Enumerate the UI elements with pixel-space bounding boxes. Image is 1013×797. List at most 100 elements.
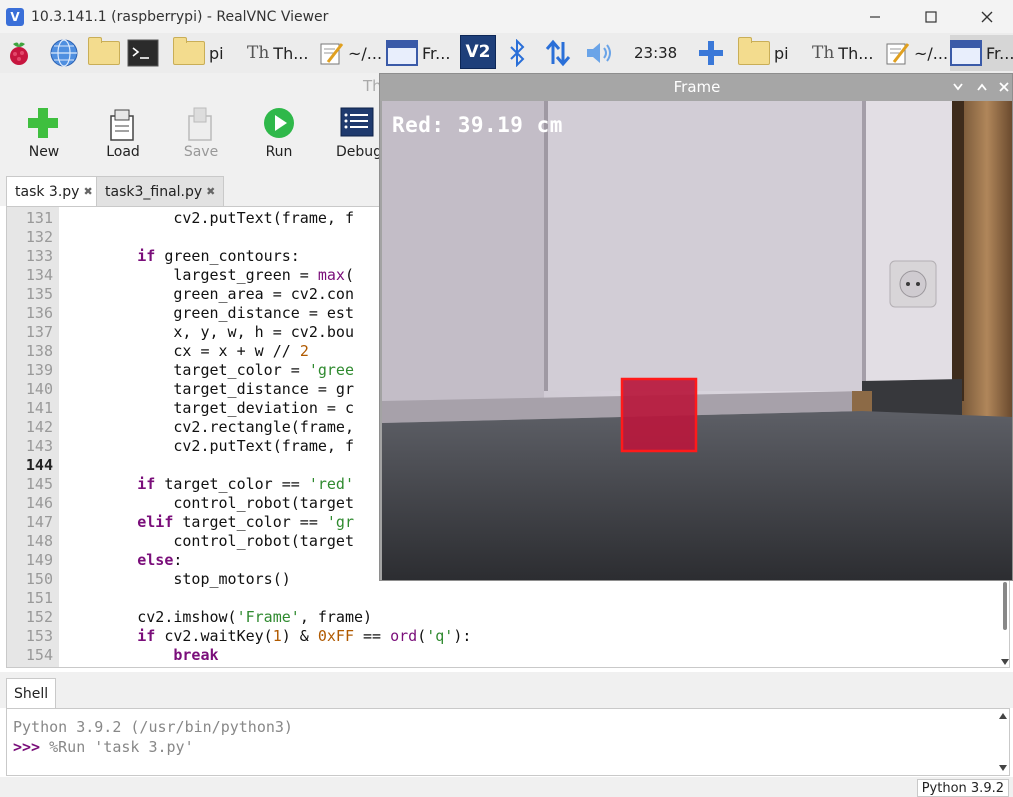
taskbar-item-frame-2[interactable]: Fr... — [950, 35, 1013, 71]
editor-scrollbar[interactable] — [1001, 582, 1009, 666]
taskbar-item-label: Fr... — [986, 43, 1013, 63]
code-line: target_color = 'gree — [65, 361, 354, 379]
volume-icon — [587, 43, 611, 63]
minimize-icon — [870, 15, 880, 18]
taskbar-item-pi-folder-2[interactable]: pi — [738, 35, 789, 71]
vnc-window-title: 10.3.141.1 (raspberrypi) - RealVNC Viewe… — [31, 8, 329, 25]
tab-label: task 3.py — [15, 183, 80, 200]
debug-icon — [340, 107, 374, 137]
save-label: Save — [183, 144, 219, 160]
shell-scroll-down-icon[interactable] — [999, 764, 1007, 772]
realvnc-logo-icon: V — [6, 7, 24, 26]
maximize-button[interactable] — [902, 0, 960, 33]
line-number: 148 — [25, 532, 53, 550]
terminal-launcher[interactable] — [127, 35, 159, 71]
frame-maximize-button[interactable] — [974, 78, 990, 96]
line-number: 142 — [25, 418, 53, 436]
taskbar-item-label: ~/... — [348, 43, 383, 63]
tab-task-3[interactable]: task 3.py ✖ — [6, 176, 102, 206]
code-line: cv2.putText(frame, f — [65, 209, 354, 227]
new-file-icon — [28, 108, 58, 138]
taskbar-item-pi-folder[interactable]: pi — [173, 35, 224, 71]
close-icon — [999, 82, 1009, 92]
frame-minimize-button[interactable] — [950, 78, 966, 96]
save-button[interactable]: Save — [166, 100, 236, 170]
run-button[interactable]: Run — [244, 100, 314, 170]
frame-title-bar[interactable]: Frame — [380, 74, 1012, 101]
distance-overlay-label: Red: 39.19 cm — [392, 113, 563, 137]
taskbar-item-label: Fr... — [422, 43, 451, 63]
camera-image — [382, 101, 1012, 580]
code-line: green_distance = est — [65, 304, 354, 322]
network-tray-button[interactable] — [544, 35, 572, 71]
taskbar-item-text-editor-2[interactable]: ~/... — [884, 35, 948, 71]
code-line: cx = x + w // 2 — [65, 342, 309, 360]
taskbar-item-thonny-2[interactable]: Th Th... — [812, 35, 873, 71]
minimize-button[interactable] — [846, 0, 904, 33]
interpreter-selector[interactable]: Python 3.9.2 — [916, 779, 1009, 797]
add-panel-item-button[interactable] — [697, 35, 725, 71]
window-icon — [950, 40, 982, 66]
terminal-icon — [127, 39, 159, 67]
frame-window-title: Frame — [673, 78, 721, 96]
folders-icon — [88, 37, 120, 65]
line-number: 151 — [25, 589, 53, 607]
code-line: else: — [137, 551, 183, 569]
line-number: 153 — [25, 627, 53, 645]
shell-command: %Run 'task 3.py' — [40, 738, 194, 756]
shell-console[interactable]: Python 3.9.2 (/usr/bin/python3) >>> %Run… — [6, 708, 1010, 776]
raspberry-menu-button[interactable] — [4, 35, 34, 71]
taskbar-item-label: Th... — [273, 43, 309, 63]
shell-prompt: >>> — [13, 738, 41, 756]
chevron-down-icon — [953, 83, 963, 91]
close-tab-icon[interactable]: ✖ — [206, 185, 215, 198]
tab-task3-final[interactable]: task3_final.py ✖ — [96, 176, 225, 206]
taskbar: pi Th Th... ~/... Fr... V2 23:38 pi Th T… — [0, 33, 1013, 73]
file-manager-launcher[interactable] — [88, 35, 120, 71]
shell-version-line: Python 3.9.2 (/usr/bin/python3) — [13, 718, 293, 736]
close-button[interactable] — [958, 0, 1013, 33]
load-file-icon — [110, 109, 134, 141]
frame-close-button[interactable] — [996, 78, 1012, 96]
web-browser-launcher[interactable] — [48, 35, 80, 71]
line-number: 152 — [25, 608, 53, 626]
scroll-down-icon[interactable] — [1001, 658, 1009, 666]
volume-tray-button[interactable] — [585, 35, 615, 71]
code-line: green_area = cv2.con — [65, 285, 354, 303]
taskbar-item-thonny[interactable]: Th Th... — [247, 35, 308, 71]
frame-window[interactable]: Frame Red: 39.19 cm — [379, 73, 1013, 581]
load-button[interactable]: Load — [88, 100, 158, 170]
editor-scrollbar-thumb[interactable] — [1003, 582, 1007, 630]
line-number: 150 — [25, 570, 53, 588]
line-number: 154 — [25, 646, 53, 664]
text-editor-icon — [320, 43, 344, 65]
vnc-title-bar[interactable]: V 10.3.141.1 (raspberrypi) - RealVNC Vie… — [0, 0, 1013, 33]
line-number: 133 — [25, 247, 53, 265]
taskbar-item-label: Th... — [838, 43, 874, 63]
shell-scroll-up-icon[interactable] — [999, 712, 1007, 720]
line-number: 140 — [25, 380, 53, 398]
tab-shell[interactable]: Shell — [6, 678, 57, 708]
line-number: 149 — [25, 551, 53, 569]
vnc-server-tray-button[interactable]: V2 — [460, 35, 496, 69]
code-line: control_robot(target — [65, 532, 354, 550]
screen: V 10.3.141.1 (raspberrypi) - RealVNC Vie… — [0, 0, 1013, 797]
line-number: 137 — [25, 323, 53, 341]
code-line: break — [173, 646, 219, 664]
taskbar-item-label: pi — [209, 43, 224, 63]
line-number: 146 — [25, 494, 53, 512]
clock-label: 23:38 — [634, 44, 678, 62]
code-line: largest_green = max( — [65, 266, 354, 284]
globe-icon — [50, 39, 78, 67]
bluetooth-tray-button[interactable] — [506, 35, 528, 71]
taskbar-item-text-editor[interactable]: ~/... — [318, 35, 382, 71]
code-line: control_robot(target — [65, 494, 354, 512]
clock[interactable]: 23:38 — [634, 35, 677, 71]
status-bar: Python 3.9.2 — [0, 777, 1013, 797]
code-line: if green_contours: — [137, 247, 300, 265]
shell-tab-label: Shell — [14, 685, 49, 702]
plus-icon — [699, 41, 723, 65]
close-tab-icon[interactable]: ✖ — [83, 185, 92, 198]
new-button[interactable]: New — [9, 100, 79, 170]
taskbar-item-frame[interactable]: Fr... — [386, 35, 450, 71]
